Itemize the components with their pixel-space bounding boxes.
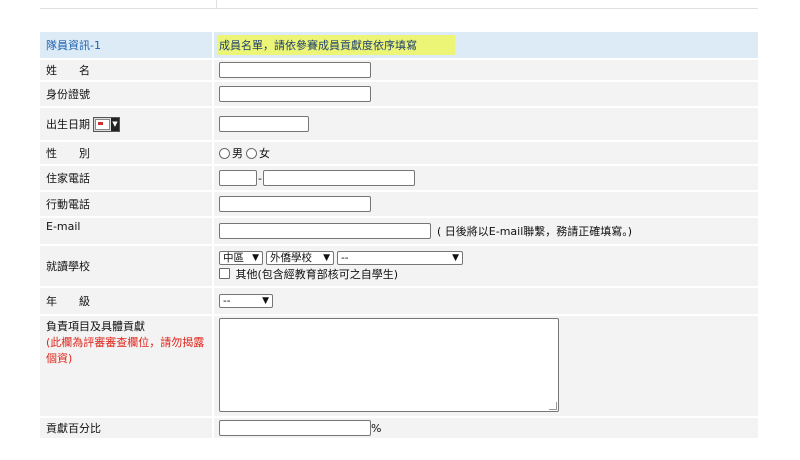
birth-date-label: 出生日期 (46, 118, 90, 131)
birth-date-input[interactable] (219, 116, 309, 132)
resize-grip-icon[interactable] (549, 402, 557, 410)
top-border (40, 0, 758, 9)
contribution-warning: (此欄為評審審查欄位，請勿揭露個資) (46, 336, 205, 365)
section-header: 隊員資訊-1 成員名單，請依參賽成員貢獻度依序填寫 (40, 32, 758, 60)
percent-input[interactable] (219, 420, 371, 436)
email-note: ( 日後將以E-mail聯繫，務請正確填寫。) (437, 225, 633, 238)
home-phone-number-input[interactable] (262, 170, 415, 186)
gender-female-radio[interactable] (246, 147, 257, 159)
home-phone-area-input[interactable] (219, 170, 257, 186)
row-email: E-mail ( 日後將以E-mail聯繫，務請正確填寫。) (40, 218, 758, 246)
home-phone-label: 住家電話 (46, 172, 90, 185)
school-name-select[interactable]: -- ▼ (337, 250, 463, 265)
contribution-label: 負責項目及具體貢獻 (46, 320, 145, 333)
grade-label: 年 級 (46, 295, 90, 308)
school-region-select[interactable]: 中區 ▼ (219, 250, 263, 265)
email-input[interactable] (219, 223, 431, 239)
chevron-down-icon: ▼ (323, 252, 330, 263)
school-other-label: 其他(包含經教育部核可之自學生) (235, 267, 399, 281)
row-percent: 貢獻百分比 % (40, 418, 758, 440)
row-contribution: 負責項目及具體貢獻 (此欄為評審審查欄位，請勿揭露個資) (40, 316, 758, 418)
name-input[interactable] (219, 62, 371, 78)
email-label: E-mail (46, 220, 81, 233)
section-title: 隊員資訊-1 (46, 39, 101, 52)
chevron-down-icon: ▼ (452, 252, 459, 263)
school-other-checkbox[interactable] (219, 267, 230, 279)
gender-male-label: 男 (232, 147, 243, 160)
grade-select[interactable]: -- ▼ (219, 294, 273, 308)
gender-female-label: 女 (259, 147, 270, 160)
calendar-icon[interactable]: ▼ (93, 116, 120, 132)
gender-label: 性 別 (46, 147, 90, 160)
row-mobile: 行動電話 (40, 192, 758, 218)
row-id-number: 身份證號 (40, 82, 758, 108)
row-birth-date: 出生日期 ▼ (40, 108, 758, 142)
name-label: 姓 名 (46, 64, 90, 77)
mobile-input[interactable] (219, 196, 371, 212)
id-number-input[interactable] (219, 86, 371, 102)
row-grade: 年 級 -- ▼ (40, 288, 758, 316)
school-label: 就讀學校 (46, 260, 90, 273)
percent-unit: % (371, 421, 382, 435)
phone-separator: - (258, 171, 262, 185)
chevron-down-icon: ▼ (262, 296, 269, 306)
percent-label: 貢獻百分比 (46, 422, 101, 435)
contribution-textarea[interactable] (219, 318, 559, 412)
school-type-select[interactable]: 外僑學校 ▼ (266, 250, 334, 265)
page: 隊員資訊-1 成員名單，請依參賽成員貢獻度依序填寫 姓 名 身份證號 出生日期 … (0, 0, 800, 460)
member-form: 隊員資訊-1 成員名單，請依參賽成員貢獻度依序填寫 姓 名 身份證號 出生日期 … (40, 32, 758, 440)
row-home-phone: 住家電話 - (40, 166, 758, 192)
chevron-down-icon: ▼ (252, 252, 259, 263)
gender-male-radio[interactable] (219, 147, 230, 159)
mobile-label: 行動電話 (46, 198, 90, 211)
id-number-label: 身份證號 (46, 88, 90, 101)
row-name: 姓 名 (40, 60, 758, 82)
row-school: 就讀學校 中區 ▼ 外僑學校 ▼ -- ▼ 其他(包含經教育部核可之自學生) (40, 246, 758, 288)
instruction-text: 成員名單，請依參賽成員貢獻度依序填寫 (217, 35, 455, 55)
row-gender: 性 別 男 女 (40, 142, 758, 166)
